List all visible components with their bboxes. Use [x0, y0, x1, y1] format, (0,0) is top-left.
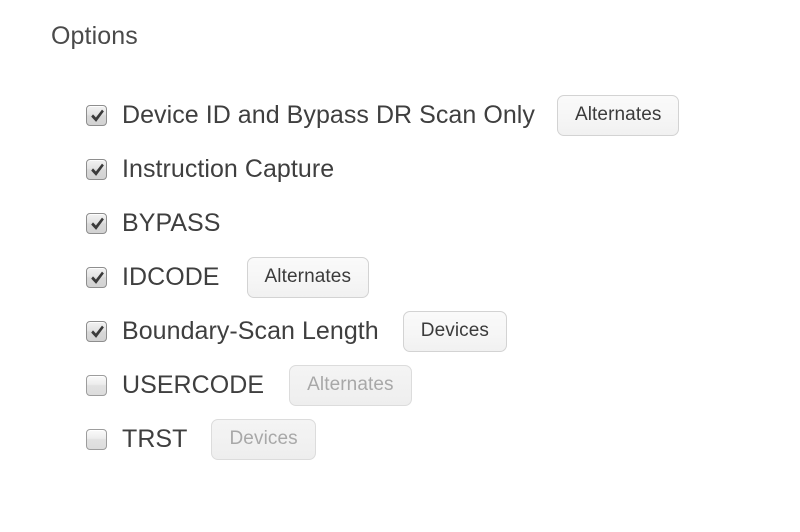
option-label-boundary-scan-length: Boundary-Scan Length: [122, 316, 379, 345]
options-panel: Options Device ID and Bypass DR Scan Onl…: [0, 0, 800, 532]
alternates-button-usercode: Alternates: [289, 364, 412, 406]
option-row-trst[interactable]: TRST Devices: [86, 412, 786, 466]
checkbox-device-id-bypass-dr-scan-only[interactable]: [86, 104, 107, 126]
option-row-boundary-scan-length[interactable]: Boundary-Scan Length Devices: [86, 304, 786, 358]
option-row-idcode[interactable]: IDCODE Alternates: [86, 250, 786, 304]
alternates-button-idcode[interactable]: Alternates: [246, 256, 370, 298]
option-label-device-id-bypass-dr-scan-only: Device ID and Bypass DR Scan Only: [122, 100, 535, 129]
check-icon: [90, 215, 105, 234]
devices-button-trst: Devices: [211, 418, 316, 460]
option-label-instruction-capture: Instruction Capture: [122, 154, 335, 183]
checkbox-bypass[interactable]: [86, 212, 107, 234]
option-row-device-id-bypass-dr-scan-only[interactable]: Device ID and Bypass DR Scan Only Altern…: [86, 88, 786, 142]
checkbox-boundary-scan-length[interactable]: [86, 320, 107, 342]
option-label-idcode: IDCODE: [122, 262, 220, 291]
devices-button-boundary-scan-length[interactable]: Devices: [402, 310, 508, 352]
option-label-bypass: BYPASS: [122, 208, 221, 237]
checkbox-instruction-capture[interactable]: [86, 158, 107, 180]
checkbox-idcode[interactable]: [86, 266, 107, 288]
option-label-usercode: USERCODE: [122, 370, 265, 399]
option-row-bypass[interactable]: BYPASS: [86, 196, 786, 250]
option-label-trst: TRST: [122, 424, 188, 453]
option-row-instruction-capture[interactable]: Instruction Capture: [86, 142, 786, 196]
check-icon: [90, 323, 105, 342]
options-list: Device ID and Bypass DR Scan Only Altern…: [86, 88, 786, 466]
check-icon: [90, 107, 105, 126]
option-row-usercode[interactable]: USERCODE Alternates: [86, 358, 786, 412]
checkbox-trst[interactable]: [86, 428, 107, 450]
alternates-button-device-id-bypass-dr-scan-only[interactable]: Alternates: [556, 94, 680, 136]
options-group-title: Options: [51, 22, 138, 50]
check-icon: [90, 161, 105, 180]
checkbox-usercode[interactable]: [86, 374, 107, 396]
check-icon: [90, 269, 105, 288]
